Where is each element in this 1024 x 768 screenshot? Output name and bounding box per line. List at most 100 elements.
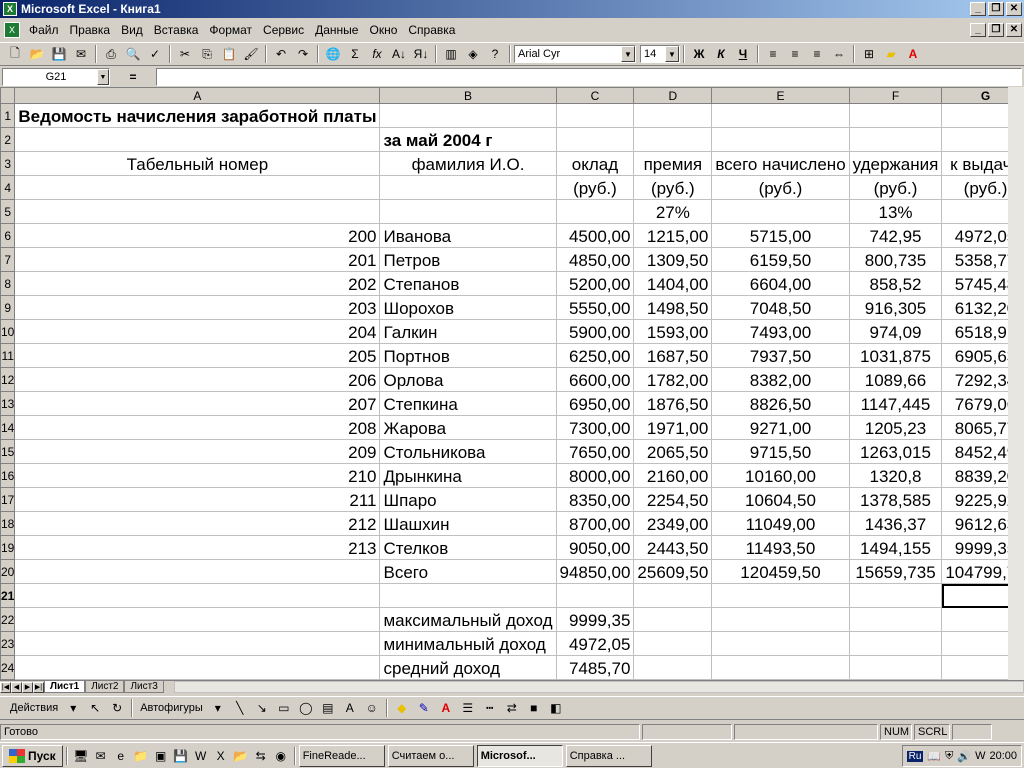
cell-d14[interactable]: 1971,00	[633, 415, 713, 440]
open-icon[interactable]: 📂	[26, 44, 48, 64]
cell-d5[interactable]: 27%	[633, 199, 713, 224]
cell-a9[interactable]: 203	[14, 295, 381, 320]
format-painter-icon[interactable]: 🖌	[240, 44, 262, 64]
cell-f24[interactable]	[848, 655, 943, 680]
save-icon[interactable]: 💾	[48, 44, 70, 64]
cell-b15[interactable]: Стольникова	[379, 439, 557, 464]
cell-d3[interactable]: премия	[633, 151, 713, 176]
cell-b13[interactable]: Степкина	[379, 391, 557, 416]
row-header[interactable]: 7	[0, 247, 16, 272]
save-icon[interactable]: 💾	[171, 746, 191, 766]
cell-a19[interactable]: 213	[14, 535, 381, 560]
cell-c3[interactable]: оклад	[555, 151, 635, 176]
cell-c2[interactable]	[555, 127, 635, 152]
oval-icon[interactable]: ◯	[295, 698, 317, 718]
cell-e22[interactable]	[711, 607, 850, 632]
cell-d24[interactable]	[633, 655, 713, 680]
cell-e18[interactable]: 11049,00	[711, 511, 850, 536]
line-color-icon[interactable]: ✎	[413, 698, 435, 718]
row-header[interactable]: 22	[0, 607, 16, 632]
cell-f17[interactable]: 1378,585	[848, 487, 943, 512]
cell-a17[interactable]: 211	[14, 487, 381, 512]
menu-insert[interactable]: Вставка	[149, 23, 205, 37]
row-header[interactable]: 24	[0, 655, 16, 680]
align-right-icon[interactable]: ≡	[806, 44, 828, 64]
language-indicator[interactable]: Ru	[906, 750, 924, 762]
column-header-f[interactable]: F	[848, 87, 943, 104]
cell-e20[interactable]: 120459,50	[711, 559, 850, 584]
cell-e13[interactable]: 8826,50	[711, 391, 850, 416]
outlook-icon[interactable]: ✉	[91, 746, 111, 766]
cell-b10[interactable]: Галкин	[379, 319, 557, 344]
row-header[interactable]: 17	[0, 487, 16, 512]
copy-icon[interactable]: ⎘	[196, 44, 218, 64]
menu-help[interactable]: Справка	[403, 23, 461, 37]
cell-c18[interactable]: 8700,00	[555, 511, 635, 536]
cell-b2[interactable]: за май 2004 г	[379, 127, 557, 152]
cell-d6[interactable]: 1215,00	[633, 223, 713, 248]
cell-c23[interactable]: 4972,05	[555, 631, 635, 656]
cell-a14[interactable]: 208	[14, 415, 381, 440]
formula-input[interactable]	[156, 68, 1022, 86]
row-header[interactable]: 20	[0, 559, 16, 584]
cell-e17[interactable]: 10604,50	[711, 487, 850, 512]
sheet-tab-2[interactable]: Лист2	[85, 681, 125, 693]
cell-f13[interactable]: 1147,445	[848, 391, 943, 416]
cell-d16[interactable]: 2160,00	[633, 463, 713, 488]
row-header[interactable]: 10	[0, 319, 16, 344]
cell-c7[interactable]: 4850,00	[555, 247, 635, 272]
name-box[interactable]: G21 ▼	[2, 68, 110, 86]
cell-d17[interactable]: 2254,50	[633, 487, 713, 512]
cell-d20[interactable]: 25609,50	[633, 559, 713, 584]
cell-c22[interactable]: 9999,35	[555, 607, 635, 632]
sort-desc-icon[interactable]: Я↓	[410, 44, 432, 64]
cell-f6[interactable]: 742,95	[848, 223, 943, 248]
menu-view[interactable]: Вид	[116, 23, 149, 37]
cell-d22[interactable]	[633, 607, 713, 632]
cell-d1[interactable]	[633, 103, 713, 128]
cell-c24[interactable]: 7485,70	[555, 655, 635, 680]
row-header[interactable]: 14	[0, 415, 16, 440]
redo-icon[interactable]: ↷	[292, 44, 314, 64]
sort-asc-icon[interactable]: A↓	[388, 44, 410, 64]
fill-color-icon[interactable]: ◆	[391, 698, 413, 718]
select-all-corner[interactable]	[0, 87, 16, 104]
hyperlink-icon[interactable]: 🌐	[322, 44, 344, 64]
cell-a6[interactable]: 200	[14, 223, 381, 248]
cell-b8[interactable]: Степанов	[379, 271, 557, 296]
cell-a18[interactable]: 212	[14, 511, 381, 536]
chevron-down-icon[interactable]: ▾	[207, 698, 229, 718]
cell-b22[interactable]: максимальный доход	[379, 607, 557, 632]
start-button[interactable]: Пуск	[2, 744, 63, 767]
chart-wizard-icon[interactable]: ▥	[440, 44, 462, 64]
cell-b5[interactable]	[379, 199, 557, 224]
drawing-icon[interactable]: ◈	[462, 44, 484, 64]
globe-icon[interactable]: ◉	[271, 746, 291, 766]
align-left-icon[interactable]: ≡	[762, 44, 784, 64]
fill-color-icon[interactable]: ▰	[880, 44, 902, 64]
cell-b6[interactable]: Иванова	[379, 223, 557, 248]
cell-d12[interactable]: 1782,00	[633, 367, 713, 392]
doc-minimize-button[interactable]: _	[970, 23, 986, 37]
cell-a4[interactable]	[14, 175, 381, 200]
shadow-icon[interactable]: ■	[523, 698, 545, 718]
cell-e12[interactable]: 8382,00	[711, 367, 850, 392]
cell-f18[interactable]: 1436,37	[848, 511, 943, 536]
3d-icon[interactable]: ◧	[545, 698, 567, 718]
row-header[interactable]: 12	[0, 367, 16, 392]
cell-d15[interactable]: 2065,50	[633, 439, 713, 464]
cell-d13[interactable]: 1876,50	[633, 391, 713, 416]
cell-c9[interactable]: 5550,00	[555, 295, 635, 320]
cell-f14[interactable]: 1205,23	[848, 415, 943, 440]
cell-a13[interactable]: 207	[14, 391, 381, 416]
cell-b7[interactable]: Петров	[379, 247, 557, 272]
cell-c16[interactable]: 8000,00	[555, 463, 635, 488]
cell-c4[interactable]: (руб.)	[555, 175, 635, 200]
cell-f8[interactable]: 858,52	[848, 271, 943, 296]
autosum-icon[interactable]: Σ	[344, 44, 366, 64]
clipart-icon[interactable]: ☺	[361, 698, 383, 718]
cell-d18[interactable]: 2349,00	[633, 511, 713, 536]
cell-f7[interactable]: 800,735	[848, 247, 943, 272]
cell-e15[interactable]: 9715,50	[711, 439, 850, 464]
cell-e23[interactable]	[711, 631, 850, 656]
